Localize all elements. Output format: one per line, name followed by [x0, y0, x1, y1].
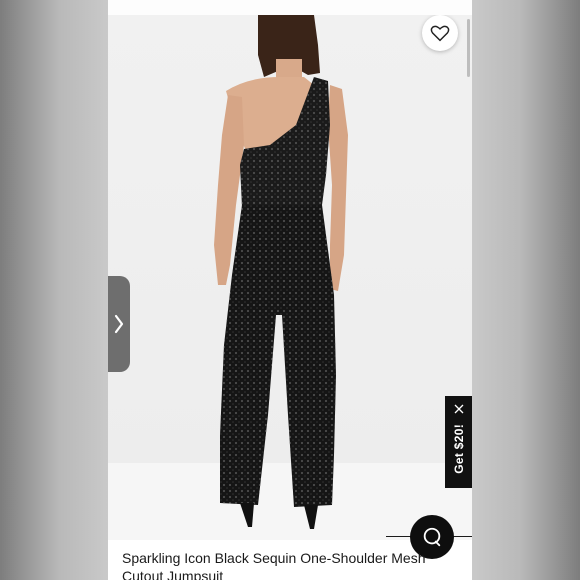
wishlist-button[interactable]: [422, 15, 458, 51]
left-blur-background: [0, 0, 108, 580]
promo-close-button[interactable]: [452, 402, 466, 416]
product-title[interactable]: Sparkling Icon Black Sequin One-Shoulder…: [122, 549, 462, 580]
chat-bubble-icon: [423, 527, 441, 547]
top-bar: [108, 0, 472, 15]
image-nav-tab[interactable]: [108, 276, 130, 372]
chevron-right-icon: [114, 314, 124, 334]
heart-icon: [430, 25, 450, 42]
close-icon: [454, 404, 463, 414]
model-figure: [214, 15, 348, 529]
promo-label[interactable]: Get $20!: [452, 424, 466, 474]
scrollbar[interactable]: [467, 19, 470, 77]
right-blur-background: [472, 0, 580, 580]
product-image[interactable]: [108, 15, 472, 540]
promo-tab[interactable]: Get $20!: [445, 396, 472, 488]
product-screen: Get $20! Sparkling Icon Black Sequin One…: [108, 0, 472, 580]
